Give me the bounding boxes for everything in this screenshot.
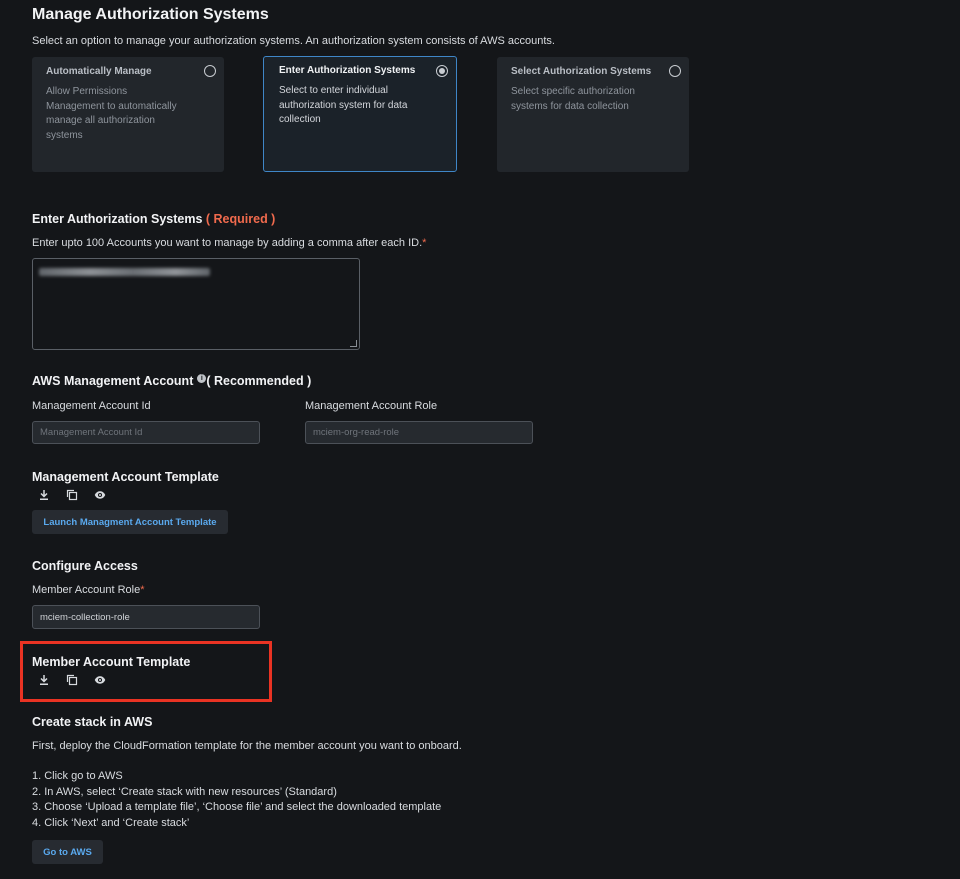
member-role-label: Member Account Role* [32, 584, 145, 596]
page-title: Manage Authorization Systems [32, 6, 269, 23]
eye-icon[interactable] [94, 674, 106, 686]
option-title: Select Authorization Systems [511, 66, 652, 77]
option-description: Select specific authorization systems fo… [511, 86, 635, 112]
member-template-title: Member Account Template [32, 655, 191, 669]
option-card-enter-authorization-systems[interactable]: Enter Authorization Systems Select to en… [263, 56, 457, 172]
manage-description: Select an option to manage your authoriz… [32, 35, 555, 47]
eye-icon[interactable] [94, 489, 106, 501]
member-template-actions [38, 674, 106, 686]
radio-button[interactable] [204, 65, 216, 77]
radio-button-selected[interactable] [436, 65, 448, 77]
option-description: Allow Permissions Management to automati… [46, 86, 177, 141]
mgmt-account-title: AWS Management Account i( Recommended ) [32, 374, 311, 388]
highlight-box [20, 641, 272, 702]
mgmt-template-title: Management Account Template [32, 470, 219, 484]
go-to-aws-button[interactable]: Go to AWS [32, 840, 103, 864]
info-icon[interactable]: i [197, 374, 207, 383]
mgmt-account-id-label: Management Account Id [32, 400, 151, 412]
required-label: ( Required ) [205, 212, 276, 226]
resize-handle[interactable] [350, 340, 357, 347]
recommended-label: ( Recommended ) [206, 374, 312, 388]
mgmt-account-role-label: Management Account Role [305, 400, 438, 412]
create-stack-intro: First, deploy the CloudFormation templat… [32, 740, 462, 752]
enter-description-text: Enter upto 100 Accounts you want to mana… [32, 237, 423, 249]
step-item: 1. Click go to AWS [32, 770, 123, 782]
radio-button[interactable] [669, 65, 681, 77]
member-role-label-text: Member Account Role [32, 584, 141, 596]
step-item: 3. Choose ‘Upload a template file’, ‘Cho… [32, 801, 442, 813]
enter-section-title: Enter Authorization Systems ( Required ) [32, 212, 275, 226]
redacted-account-ids [39, 268, 210, 276]
mgmt-account-title-text: AWS Management Account [32, 374, 194, 388]
option-description: Select to enter individual authorization… [279, 85, 408, 125]
copy-icon[interactable] [66, 674, 78, 686]
enter-description: Enter upto 100 Accounts you want to mana… [32, 237, 426, 249]
step-item: 2. In AWS, select ‘Create stack with new… [32, 785, 337, 798]
download-icon[interactable] [38, 489, 50, 501]
launch-mgmt-template-button[interactable]: Launch Managment Account Template [32, 510, 228, 534]
step-item: 4. Click ‘Next’ and ‘Create stack’ [32, 816, 190, 829]
copy-icon[interactable] [66, 489, 78, 501]
option-title: Enter Authorization Systems [279, 65, 416, 76]
mgmt-account-role-input[interactable]: mciem-org-read-role [305, 421, 533, 444]
account-ids-textarea[interactable] [32, 258, 360, 350]
member-role-input[interactable]: mciem-collection-role [32, 605, 260, 629]
option-card-automatically-manage[interactable]: Automatically Manage Allow Permissions M… [32, 57, 224, 172]
create-stack-title: Create stack in AWS [32, 715, 153, 729]
required-mark: * [422, 237, 427, 249]
required-mark: * [140, 584, 145, 596]
mgmt-template-actions [38, 489, 106, 501]
configure-access-title: Configure Access [32, 559, 138, 573]
option-title: Automatically Manage [46, 66, 152, 77]
download-icon[interactable] [38, 674, 50, 686]
create-stack-steps: 1. Click go to AWS 2. In AWS, select ‘Cr… [32, 769, 441, 831]
enter-title-text: Enter Authorization Systems [32, 212, 203, 226]
option-card-select-authorization-systems[interactable]: Select Authorization Systems Select spec… [497, 57, 689, 172]
mgmt-account-id-input[interactable]: Management Account Id [32, 421, 260, 444]
